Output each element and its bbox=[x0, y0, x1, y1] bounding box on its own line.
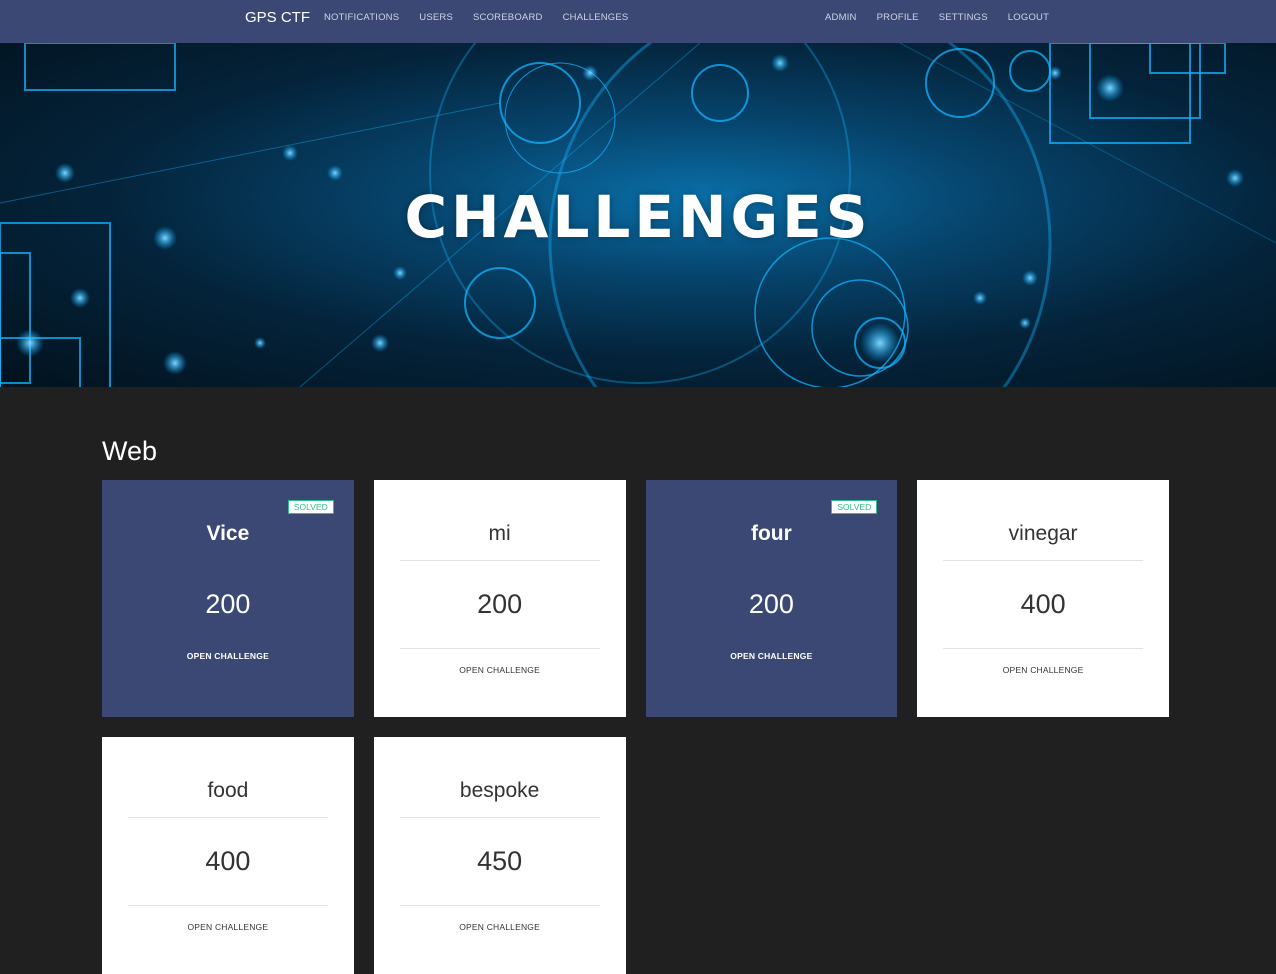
open-challenge-button[interactable]: OPEN CHALLENGE bbox=[646, 651, 898, 661]
challenge-value: 200 bbox=[748, 589, 794, 619]
challenge-value: 200 bbox=[477, 589, 523, 619]
divider bbox=[943, 560, 1143, 561]
solved-badge: SOLVED bbox=[831, 500, 878, 514]
challenge-card-food[interactable]: food 400 OPEN CHALLENGE bbox=[102, 737, 354, 974]
divider bbox=[399, 905, 600, 906]
challenge-card-four[interactable]: SOLVED four 200 OPEN CHALLENGE bbox=[645, 480, 898, 717]
brand-link[interactable]: GPS CTF bbox=[245, 9, 310, 26]
challenge-grid: SOLVED Vice 200 OPEN CHALLENGE mi 200 OP… bbox=[102, 480, 1169, 974]
nav-settings[interactable]: SETTINGS bbox=[939, 12, 988, 23]
nav-admin[interactable]: ADMIN bbox=[825, 12, 857, 23]
nav-left: NOTIFICATIONS USERS SCOREBOARD CHALLENGE… bbox=[324, 12, 628, 23]
challenge-name: bespoke bbox=[459, 779, 540, 802]
challenge-name: mi bbox=[488, 522, 511, 545]
nav-logout[interactable]: LOGOUT bbox=[1008, 12, 1049, 23]
challenge-card-bespoke[interactable]: bespoke 450 OPEN CHALLENGE bbox=[373, 737, 626, 974]
nav-users[interactable]: USERS bbox=[419, 12, 453, 23]
challenge-value: 400 bbox=[205, 846, 251, 876]
divider bbox=[943, 648, 1143, 649]
challenge-card-vinegar[interactable]: vinegar 400 OPEN CHALLENGE bbox=[917, 480, 1169, 717]
page-title: CHALLENGES bbox=[404, 183, 872, 251]
challenge-name: Vice bbox=[206, 522, 250, 545]
challenge-card-vice[interactable]: SOLVED Vice 200 OPEN CHALLENGE bbox=[102, 480, 354, 717]
navbar: GPS CTF NOTIFICATIONS USERS SCOREBOARD C… bbox=[0, 0, 1276, 43]
challenge-value: 450 bbox=[477, 846, 523, 876]
challenge-name: food bbox=[207, 779, 249, 802]
open-challenge-button[interactable]: OPEN CHALLENGE bbox=[374, 922, 626, 932]
divider bbox=[128, 905, 328, 906]
category-title: Web bbox=[102, 436, 158, 466]
challenge-value: 400 bbox=[1020, 589, 1066, 619]
challenge-card-mi[interactable]: mi 200 OPEN CHALLENGE bbox=[373, 480, 626, 717]
challenge-name: four bbox=[750, 522, 792, 545]
nav-challenges[interactable]: CHALLENGES bbox=[563, 12, 629, 23]
solved-badge: SOLVED bbox=[287, 500, 334, 514]
challenge-value: 200 bbox=[205, 589, 251, 619]
divider bbox=[399, 648, 600, 649]
hero-banner: CHALLENGES bbox=[0, 43, 1276, 387]
divider bbox=[128, 817, 328, 818]
divider bbox=[399, 560, 600, 561]
nav-notifications[interactable]: NOTIFICATIONS bbox=[324, 12, 399, 23]
nav-scoreboard[interactable]: SCOREBOARD bbox=[473, 12, 543, 23]
open-challenge-button[interactable]: OPEN CHALLENGE bbox=[102, 922, 354, 932]
divider bbox=[399, 817, 600, 818]
challenge-name: vinegar bbox=[1008, 522, 1078, 545]
open-challenge-button[interactable]: OPEN CHALLENGE bbox=[917, 665, 1169, 675]
open-challenge-button[interactable]: OPEN CHALLENGE bbox=[102, 651, 354, 661]
open-challenge-button[interactable]: OPEN CHALLENGE bbox=[374, 665, 626, 675]
nav-profile[interactable]: PROFILE bbox=[877, 12, 919, 23]
nav-right: ADMIN PROFILE SETTINGS LOGOUT bbox=[825, 12, 1049, 23]
